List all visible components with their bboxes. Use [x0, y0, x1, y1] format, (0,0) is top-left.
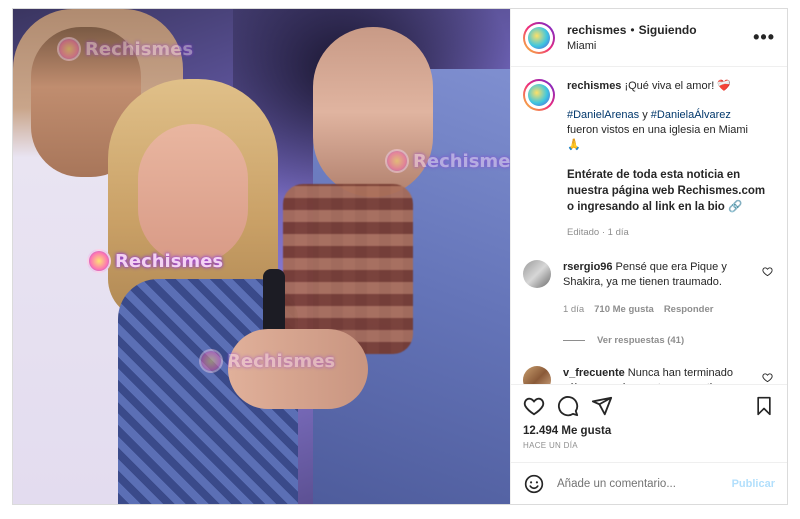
watermark-logo: Rechismes — [87, 249, 223, 273]
like-heart-icon[interactable] — [523, 395, 545, 417]
watermark-text: Rechismes — [227, 350, 336, 372]
post-modal: Rechismes Rechismes Rechismes Rechismes … — [12, 8, 788, 505]
watermark-logo: Rechismes — [57, 37, 193, 61]
view-replies-label: Ver respuestas (41) — [597, 335, 685, 346]
pray-emoji: 🙏 — [567, 139, 581, 151]
avatar[interactable] — [523, 21, 555, 54]
likes-count[interactable]: 12.494 Me gusta — [523, 425, 775, 437]
location-link[interactable]: Miami — [567, 40, 753, 52]
hashtag-link[interactable]: #DanielaÁlvarez — [651, 109, 731, 121]
emoji-smiley-icon[interactable] — [523, 473, 545, 495]
more-options-icon[interactable]: ••• — [753, 27, 775, 48]
caption-joiner: y — [639, 109, 651, 121]
comment-username[interactable]: v_frecuente — [563, 367, 625, 379]
megaphone-icon — [57, 37, 81, 61]
comments-list[interactable]: rechismes ¡Qué viva el amor! ❤️‍🩹 #Daniel… — [511, 67, 787, 384]
post-header: rechismes • Siguiendo Miami ••• — [511, 9, 787, 67]
comment-composer: Publicar — [511, 462, 787, 504]
separator-dot: • — [630, 23, 635, 37]
header-username[interactable]: rechismes — [567, 23, 626, 37]
reply-button[interactable]: Responder — [664, 302, 714, 317]
post-side-panel: rechismes • Siguiendo Miami ••• rechisme… — [510, 9, 787, 504]
comment-likes[interactable]: 710 Me gusta — [594, 302, 654, 317]
share-send-icon[interactable] — [591, 395, 613, 417]
caption-meta: Editado · 1 día — [567, 227, 629, 238]
caption-bold-text: Entérate de toda esta noticia en nuestra… — [567, 169, 766, 213]
profile-logo-icon — [528, 26, 550, 49]
avatar[interactable] — [523, 260, 551, 288]
publish-button[interactable]: Publicar — [732, 478, 775, 490]
caption: rechismes ¡Qué viva el amor! ❤️‍🩹 #Daniel… — [523, 79, 775, 240]
megaphone-icon — [199, 349, 223, 373]
avatar[interactable] — [523, 79, 555, 111]
post-actions: 12.494 Me gusta HACE UN DÍA — [511, 384, 787, 462]
heart-icon[interactable] — [762, 372, 773, 384]
caption-text: ¡Qué viva el amor! ❤️‍🩹 — [624, 80, 732, 92]
view-replies-button[interactable]: Ver respuestas (41) — [563, 335, 775, 346]
divider — [563, 340, 585, 341]
watermark-text: Rechismes — [413, 150, 510, 172]
caption-line: fueron vistos en una iglesia en Miami — [567, 124, 748, 136]
watermark-text: Rechismes — [115, 250, 224, 272]
bookmark-icon[interactable] — [753, 395, 775, 417]
post-time: HACE UN DÍA — [523, 441, 578, 450]
comment-username[interactable]: rsergio96 — [563, 261, 613, 273]
avatar[interactable] — [523, 366, 551, 384]
watermark-text: Rechismes — [85, 38, 194, 60]
heart-icon[interactable] — [762, 266, 773, 280]
hashtag-link[interactable]: #DanielArenas — [567, 109, 639, 121]
photo-person-center-face — [138, 124, 248, 264]
watermark-logo: Rechismes — [385, 149, 510, 173]
comment-input[interactable] — [557, 477, 732, 490]
caption-username[interactable]: rechismes — [567, 80, 621, 92]
comment-item: v_frecuenteNunca han terminado sólo que … — [523, 366, 775, 384]
megaphone-icon — [385, 149, 409, 173]
profile-logo-icon — [528, 84, 550, 106]
megaphone-icon — [87, 249, 111, 273]
post-photo[interactable]: Rechismes Rechismes Rechismes Rechismes — [13, 9, 510, 504]
watermark-logo: Rechismes — [199, 349, 335, 373]
comment-bubble-icon[interactable] — [557, 395, 579, 417]
following-button[interactable]: Siguiendo — [639, 23, 697, 37]
comment-age: 1 día — [563, 304, 585, 315]
comment-item: rsergio96 Pensé que era Pique y Shakira, … — [523, 260, 775, 317]
